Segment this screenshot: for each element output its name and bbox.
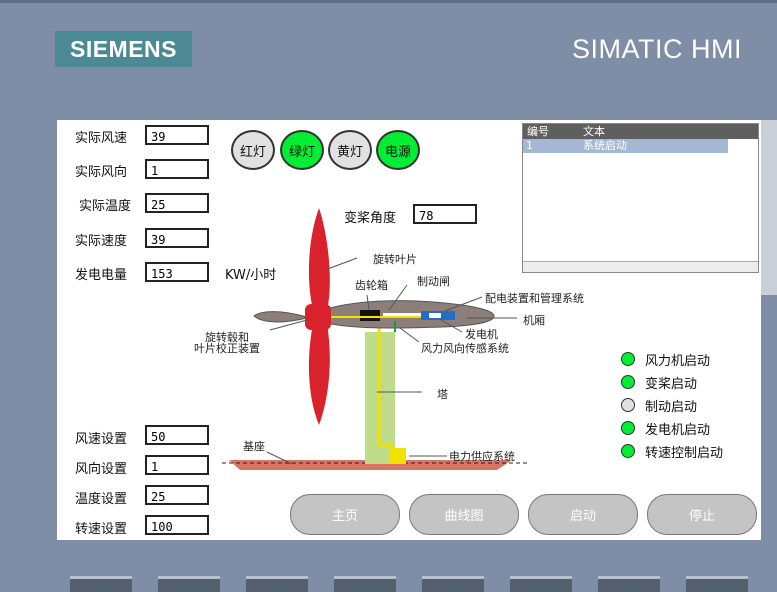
setting-field-wind-direction[interactable]: 1: [145, 455, 209, 475]
alarm-view[interactable]: 编号 文本 1 系统启动: [522, 123, 759, 273]
function-key-7[interactable]: [598, 576, 660, 592]
setting-label-rotor-speed: 转速设置: [75, 522, 128, 537]
setting-label-wind-direction: 风向设置: [75, 462, 128, 477]
siemens-logo: SIEMENS: [55, 31, 192, 67]
start-button[interactable]: 启动: [528, 494, 638, 535]
alarm-row[interactable]: 1 系统启动: [523, 139, 728, 153]
blade-side: [253, 311, 308, 323]
label-gearbox: 齿轮箱: [355, 279, 388, 292]
setting-field-wind-speed[interactable]: 50: [145, 425, 209, 445]
status-dot-generator: [621, 421, 635, 435]
bezel-side-strip: [761, 120, 777, 295]
status-label-brake: 制动启动: [645, 400, 698, 415]
status-label-speed-control: 转速控制启动: [645, 446, 724, 461]
setting-field-temperature[interactable]: 25: [145, 485, 209, 505]
bezel-top-edge: [0, 0, 777, 3]
status-dot-speed-control: [621, 444, 635, 458]
function-key-3[interactable]: [246, 576, 308, 592]
blade-bottom: [308, 324, 330, 425]
gearbox-box: [360, 310, 380, 321]
label-tower: 塔: [437, 388, 448, 401]
alarm-col-no: 编号: [527, 125, 549, 138]
setting-label-temperature: 温度设置: [75, 492, 128, 507]
function-key-8[interactable]: [686, 576, 748, 592]
label-distribution: 配电装置和管理系统: [485, 292, 584, 305]
function-key-6[interactable]: [510, 576, 572, 592]
blade-top: [308, 208, 330, 310]
function-key-4[interactable]: [334, 576, 396, 592]
function-key-2[interactable]: [158, 576, 220, 592]
status-dot-brake: [621, 398, 635, 412]
alarm-row-no: 1: [526, 139, 533, 152]
alarm-col-text: 文本: [583, 125, 605, 138]
status-label-generator: 发电机启动: [645, 423, 711, 438]
alarm-header: 编号 文本: [523, 124, 758, 139]
label-base: 基座: [243, 440, 265, 453]
function-key-1[interactable]: [70, 576, 132, 592]
label-hub: 旋转毂和 叶片校正装置: [194, 331, 260, 355]
label-nacelle: 机厢: [523, 314, 545, 327]
status-dot-turbine: [621, 352, 635, 366]
label-brake: 制动闸: [417, 275, 450, 288]
product-title: SIMATIC HMI: [572, 34, 742, 64]
function-key-5[interactable]: [422, 576, 484, 592]
label-sensor: 风力风向传感系统: [421, 342, 509, 355]
label-power-supply: 电力供应系统: [449, 450, 515, 463]
stop-button[interactable]: 停止: [647, 494, 757, 535]
setting-label-wind-speed: 风速设置: [75, 432, 128, 447]
hub-shape: [305, 304, 331, 330]
power-supply-box: [390, 448, 406, 464]
status-label-turbine: 风力机启动: [645, 354, 711, 369]
label-blade: 旋转叶片: [373, 253, 417, 266]
alarm-row-text: 系统启动: [583, 139, 627, 152]
home-button[interactable]: 主页: [290, 494, 400, 535]
curve-chart-button[interactable]: 曲线图: [409, 494, 519, 535]
status-label-pitch: 变桨启动: [645, 377, 698, 392]
alarm-scrollbar[interactable]: [523, 261, 758, 272]
hmi-screen: 实际风速 39 实际风向 1 实际温度 25 实际速度 39 发电电量 153 …: [57, 120, 761, 540]
setting-field-rotor-speed[interactable]: 100: [145, 515, 209, 535]
status-dot-pitch: [621, 375, 635, 389]
